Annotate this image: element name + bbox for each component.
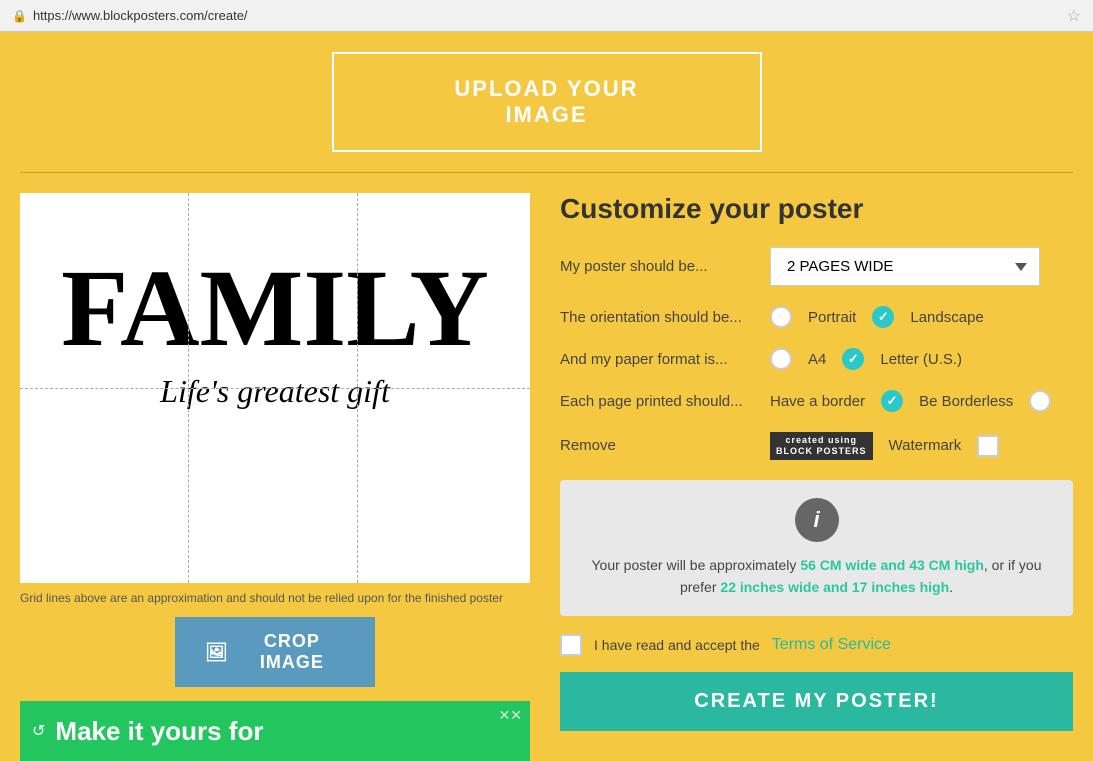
poster-size-row: My poster should be... 1 PAGE WIDE2 PAGE… xyxy=(560,247,1073,286)
terms-checkbox[interactable] xyxy=(560,634,582,656)
watermark-image: created using BLOCK POSTERS xyxy=(770,432,873,460)
info-highlight-1: 56 CM wide and 43 CM high xyxy=(800,557,984,573)
orientation-label: The orientation should be... xyxy=(560,309,760,326)
terms-row: I have read and accept the Terms of Serv… xyxy=(560,634,1073,656)
customize-title: Customize your poster xyxy=(560,193,1073,225)
paper-a4-label: A4 xyxy=(808,351,826,368)
paper-options: A4 Letter (U.S.) xyxy=(770,348,962,370)
ad-banner: ↺ Make it yours for ✕✕ xyxy=(20,701,530,761)
have-border-label: Have a border xyxy=(770,393,865,410)
ad-close-icons[interactable]: ✕✕ xyxy=(499,707,522,724)
section-divider xyxy=(20,172,1073,173)
info-box: i Your poster will be approximately 56 C… xyxy=(560,480,1073,617)
watermark-row: Remove created using BLOCK POSTERS Water… xyxy=(560,432,1073,460)
grid-line-horizontal-1 xyxy=(20,388,530,389)
paper-a4-radio[interactable] xyxy=(770,348,792,370)
browser-bar: 🔒 https://www.blockposters.com/create/ ☆ xyxy=(0,0,1093,32)
orientation-row: The orientation should be... Portrait La… xyxy=(560,306,1073,328)
info-text-suffix: . xyxy=(949,579,953,595)
watermark-label2: Watermark xyxy=(889,437,962,454)
orientation-options: Portrait Landscape xyxy=(770,306,984,328)
upload-button[interactable]: UPLOAD YOUR IMAGE xyxy=(332,52,762,152)
paper-format-row: And my paper format is... A4 Letter (U.S… xyxy=(560,348,1073,370)
terms-link[interactable]: Terms of Service xyxy=(772,636,891,654)
be-borderless-label: Be Borderless xyxy=(919,393,1013,410)
orientation-landscape-label: Landscape xyxy=(910,309,983,326)
page-content: UPLOAD YOUR IMAGE FAMILY Life's greatest… xyxy=(0,32,1093,761)
image-preview-box: FAMILY Life's greatest gift xyxy=(20,193,530,583)
watermark-checkbox[interactable] xyxy=(977,435,999,457)
orientation-landscape-radio[interactable] xyxy=(872,306,894,328)
bookmark-icon[interactable]: ☆ xyxy=(1067,6,1081,26)
border-row: Each page printed should... Have a borde… xyxy=(560,390,1073,412)
ad-refresh-icon[interactable]: ↺ xyxy=(32,721,45,741)
border-options: Have a border Be Borderless xyxy=(770,390,1051,412)
customize-section: Customize your poster My poster should b… xyxy=(560,193,1073,731)
poster-size-label: My poster should be... xyxy=(560,258,760,275)
be-borderless-radio[interactable] xyxy=(1029,390,1051,412)
paper-letter-radio[interactable] xyxy=(842,348,864,370)
watermark-line1: created using xyxy=(785,435,857,446)
have-border-radio[interactable] xyxy=(881,390,903,412)
crop-button[interactable]: 🖼 CROP IMAGE xyxy=(175,617,375,687)
orientation-portrait-radio[interactable] xyxy=(770,306,792,328)
image-preview-section: FAMILY Life's greatest gift Grid lines a… xyxy=(20,193,530,761)
remove-watermark-label: Remove xyxy=(560,437,760,454)
lock-icon: 🔒 xyxy=(12,9,27,23)
browser-url: https://www.blockposters.com/create/ xyxy=(33,8,1067,23)
info-text-prefix: Your poster will be approximately xyxy=(592,557,801,573)
info-icon: i xyxy=(795,498,839,542)
poster-size-select[interactable]: 1 PAGE WIDE2 PAGES WIDE3 PAGES WIDE4 PAG… xyxy=(770,247,1040,286)
upload-section: UPLOAD YOUR IMAGE xyxy=(20,52,1073,152)
create-poster-button[interactable]: CREATE MY POSTER! xyxy=(560,672,1073,731)
main-area: FAMILY Life's greatest gift Grid lines a… xyxy=(20,193,1073,761)
grid-note: Grid lines above are an approximation an… xyxy=(20,591,530,605)
image-subtitle-text: Life's greatest gift xyxy=(20,373,530,410)
crop-icon: 🖼 xyxy=(205,642,229,663)
paper-format-label: And my paper format is... xyxy=(560,351,760,368)
watermark-line2: BLOCK POSTERS xyxy=(776,446,867,457)
image-main-text: FAMILY xyxy=(20,193,530,363)
crop-button-label: CROP IMAGE xyxy=(239,631,345,673)
orientation-portrait-label: Portrait xyxy=(808,309,856,326)
info-highlight-2: 22 inches wide and 17 inches high xyxy=(720,579,949,595)
ad-text: Make it yours for xyxy=(55,716,263,747)
border-label: Each page printed should... xyxy=(560,393,760,410)
watermark-options: created using BLOCK POSTERS Watermark xyxy=(770,432,999,460)
paper-letter-label: Letter (U.S.) xyxy=(880,351,962,368)
terms-text-prefix: I have read and accept the xyxy=(594,637,760,653)
info-text: Your poster will be approximately 56 CM … xyxy=(580,554,1053,599)
